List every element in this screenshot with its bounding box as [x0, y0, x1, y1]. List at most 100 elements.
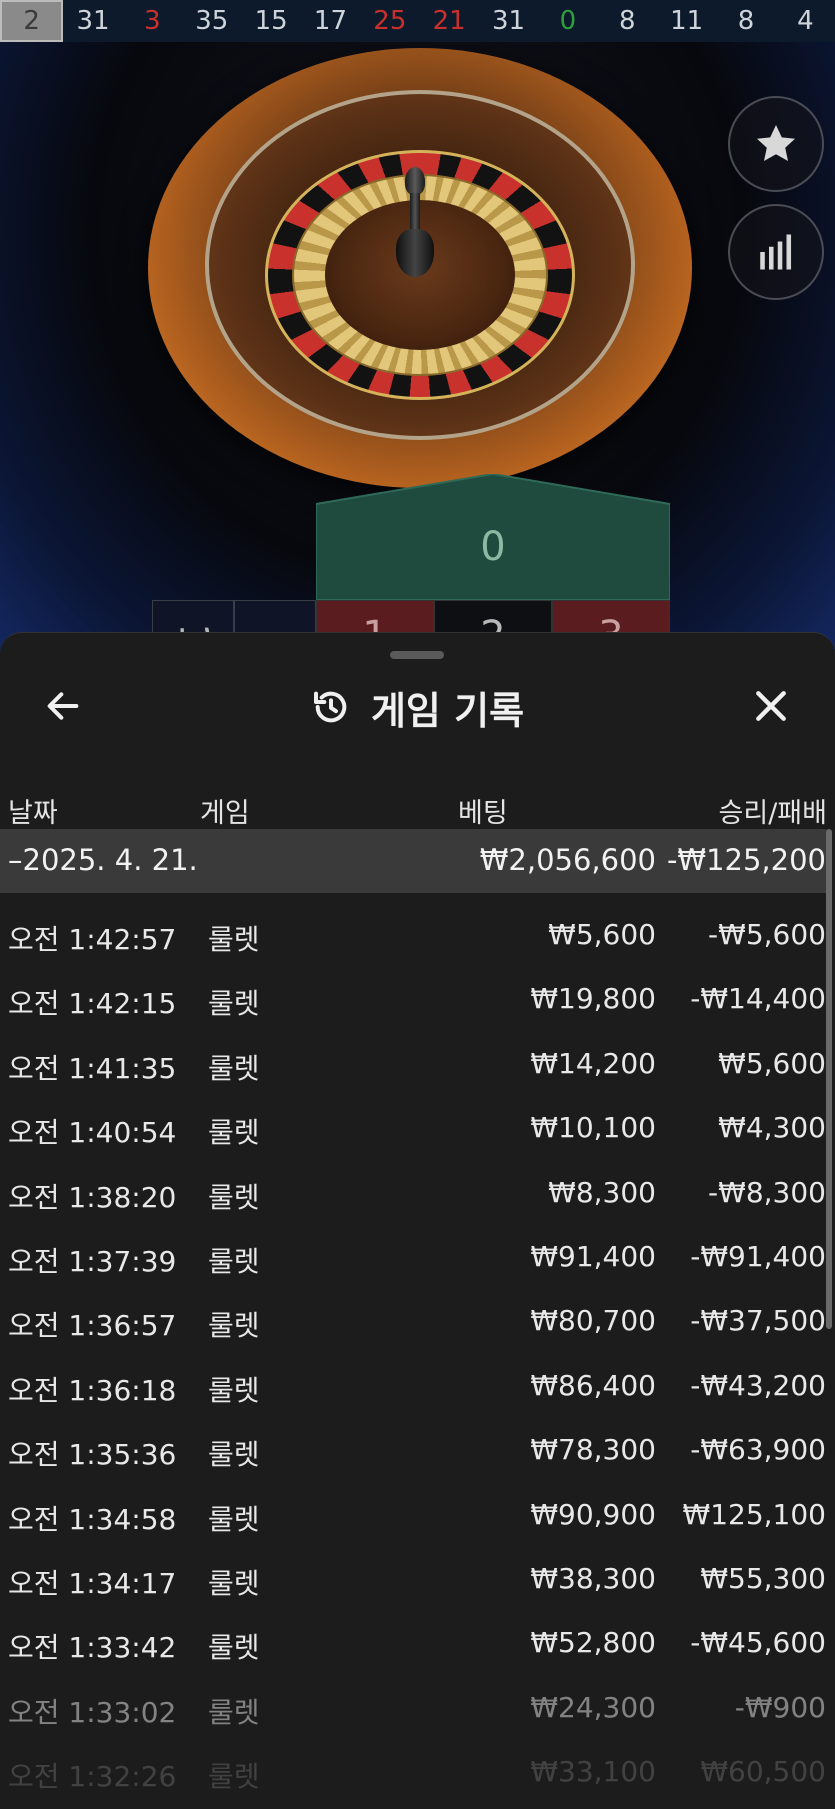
round-time: 오전 1:36:18 — [8, 1373, 177, 1407]
round-time: 오전 1:38:20 — [8, 1180, 177, 1214]
result-cell: 11 — [670, 6, 704, 36]
round-game: 룰렛 — [208, 1695, 260, 1729]
history-list: 오전 1:42:57 룰렛 ₩5,600 -₩5,600 오전 1:42:15 룰렛 ₩19… — [0, 893, 826, 1794]
history-row[interactable]: 오전 1:37:39 룰렛 ₩91,400 -₩91,400 — [0, 1215, 826, 1279]
round-result: -₩5,600 — [708, 918, 826, 951]
result-cell: 25 — [373, 6, 407, 36]
statistics-button[interactable] — [728, 204, 824, 300]
column-header-bet[interactable]: 베팅 — [458, 791, 508, 830]
round-time: 오전 1:34:17 — [8, 1566, 177, 1600]
history-row[interactable]: 오전 1:42:57 룰렛 ₩5,600 -₩5,600 — [0, 893, 826, 957]
result-cell: 8 — [737, 6, 755, 36]
bet-spot-zero[interactable]: 0 — [316, 474, 670, 600]
history-icon — [313, 691, 347, 723]
history-row[interactable]: 오전 1:34:17 룰렛 ₩38,300 ₩55,300 — [0, 1537, 826, 1601]
round-game: 룰렛 — [208, 987, 260, 1021]
column-header-date[interactable]: 날짜 — [8, 791, 58, 830]
round-result: -₩45,600 — [690, 1626, 826, 1660]
game-history-panel: 게임 기록 날짜 게임 베팅 승리/패배 –2025. 4. 21. ₩2,05… — [0, 632, 835, 1809]
column-header-game[interactable]: 게임 — [200, 791, 250, 830]
result-cell: 0 — [559, 6, 577, 36]
history-row[interactable]: 오전 1:34:58 룰렛 ₩90,900 ₩125,100 — [0, 1473, 826, 1537]
round-bet: ₩78,300 — [530, 1433, 656, 1467]
close-button[interactable] — [746, 681, 796, 731]
history-row[interactable]: 오전 1:32:26 룰렛 ₩33,100 ₩60,500 — [0, 1730, 826, 1794]
turret-stem — [410, 193, 420, 233]
round-game: 룰렛 — [208, 1180, 260, 1214]
round-result: ₩125,100 — [682, 1497, 826, 1531]
round-bet: ₩10,100 — [530, 1111, 656, 1145]
round-game: 룰렛 — [208, 1502, 260, 1536]
panel-header: 게임 기록 — [0, 677, 835, 737]
result-cell: 17 — [313, 6, 348, 36]
result-cell: 8 — [619, 6, 636, 36]
history-row[interactable]: 오전 1:36:18 룰렛 ₩86,400 -₩43,200 — [0, 1344, 826, 1408]
round-bet: ₩19,800 — [530, 982, 656, 1016]
drag-handle[interactable] — [390, 651, 444, 659]
scrollbar[interactable] — [826, 829, 832, 1329]
round-time: 오전 1:40:54 — [8, 1116, 177, 1150]
history-row[interactable]: 오전 1:36:57 룰렛 ₩80,700 -₩37,500 — [0, 1279, 826, 1343]
round-time: 오전 1:33:02 — [8, 1695, 177, 1729]
turret-knob — [405, 167, 425, 195]
result-cell: 2 — [0, 0, 64, 42]
round-game: 룰렛 — [208, 1051, 260, 1085]
round-bet: ₩80,700 — [530, 1304, 656, 1338]
history-row[interactable]: 오전 1:35:36 룰렛 ₩78,300 -₩63,900 — [0, 1408, 826, 1472]
star-icon — [757, 125, 795, 161]
round-time: 오전 1:36:57 — [8, 1309, 177, 1343]
summary-bet: ₩2,056,600 — [479, 843, 656, 877]
round-result: -₩37,500 — [690, 1304, 826, 1338]
round-result: ₩55,300 — [700, 1561, 826, 1595]
wheel-turret — [396, 167, 434, 287]
result-cell: 4 — [797, 6, 814, 36]
history-row[interactable]: 오전 1:41:35 룰렛 ₩14,200 ₩5,600 — [0, 1022, 826, 1086]
recent-results-strip: 2 31 3 35 15 17 25 21 31 0 8 11 8 4 — [0, 0, 835, 42]
zero-label: 0 — [480, 524, 506, 570]
column-headers: 날짜 게임 베팅 승리/패배 — [0, 781, 835, 831]
summary-date: –2025. 4. 21. — [8, 843, 198, 877]
summary-result: -₩125,200 — [666, 843, 826, 877]
bar-chart-icon — [760, 234, 792, 270]
date-group-summary[interactable]: –2025. 4. 21. ₩2,056,600 -₩125,200 — [0, 829, 826, 893]
round-bet: ₩52,800 — [530, 1626, 656, 1660]
history-row[interactable]: 오전 1:33:42 룰렛 ₩52,800 -₩45,600 — [0, 1601, 826, 1665]
round-bet: ₩14,200 — [530, 1046, 656, 1080]
round-game: 룰렛 — [208, 1438, 260, 1472]
history-row[interactable]: 오전 1:42:15 룰렛 ₩19,800 -₩14,400 — [0, 957, 826, 1021]
round-result: ₩60,500 — [700, 1755, 826, 1789]
round-time: 오전 1:42:57 — [8, 923, 177, 956]
round-game: 룰렛 — [208, 1309, 260, 1343]
round-time: 오전 1:33:42 — [8, 1631, 177, 1665]
round-time: 오전 1:35:36 — [8, 1438, 177, 1472]
round-game: 룰렛 — [208, 1566, 260, 1600]
round-result: -₩91,400 — [690, 1239, 826, 1273]
round-bet: ₩8,300 — [548, 1175, 656, 1209]
round-game: 룰렛 — [208, 1116, 260, 1150]
column-header-result[interactable]: 승리/패배 — [719, 791, 827, 830]
result-cell: 21 — [432, 6, 466, 36]
round-bet: ₩91,400 — [530, 1239, 656, 1273]
round-bet: ₩33,100 — [530, 1755, 656, 1789]
history-row[interactable]: 오전 1:33:02 룰렛 ₩24,300 -₩900 — [0, 1666, 826, 1730]
round-bet: ₩90,900 — [530, 1497, 656, 1531]
history-row[interactable]: 오전 1:40:54 룰렛 ₩10,100 ₩4,300 — [0, 1086, 826, 1150]
round-time: 오전 1:32:26 — [8, 1760, 177, 1794]
round-bet: ₩5,600 — [548, 918, 656, 951]
round-bet: ₩86,400 — [530, 1368, 656, 1402]
result-cell: 15 — [254, 6, 288, 36]
round-result: -₩900 — [734, 1690, 826, 1724]
round-bet: ₩38,300 — [530, 1561, 656, 1595]
round-result: -₩43,200 — [690, 1368, 826, 1402]
round-result: -₩8,300 — [708, 1175, 826, 1209]
round-game: 룰렛 — [208, 923, 260, 956]
history-row[interactable]: 오전 1:38:20 룰렛 ₩8,300 -₩8,300 — [0, 1151, 826, 1215]
panel-title: 게임 기록 — [370, 688, 525, 733]
favorite-button[interactable] — [728, 96, 824, 192]
round-time: 오전 1:37:39 — [8, 1244, 177, 1278]
game-view: 0 1 123 — [0, 42, 835, 672]
round-time: 오전 1:42:15 — [8, 987, 177, 1021]
round-time: 오전 1:34:58 — [8, 1502, 177, 1536]
round-time: 오전 1:41:35 — [8, 1051, 177, 1085]
result-cell: 31 — [76, 6, 110, 36]
